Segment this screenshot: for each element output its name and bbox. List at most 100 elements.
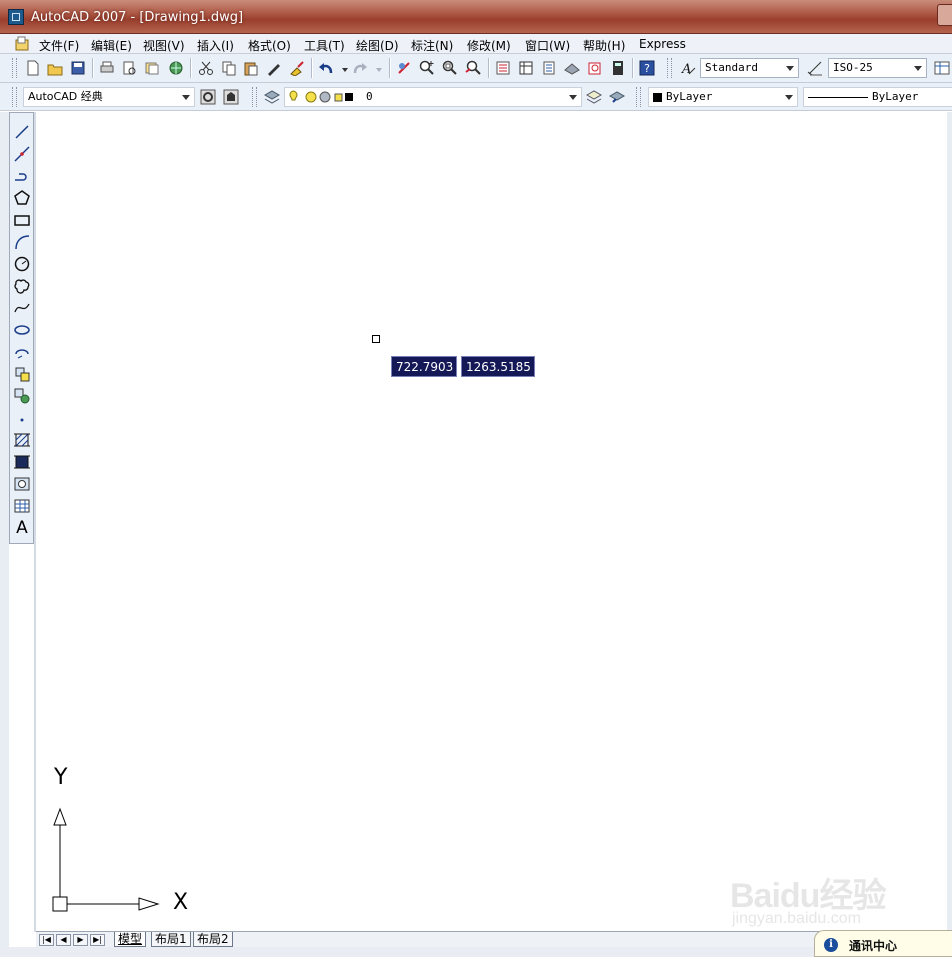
hatch-icon[interactable] [13, 431, 31, 449]
menu-modify[interactable]: 修改(M) [467, 37, 511, 54]
print-icon[interactable] [99, 60, 115, 76]
ucs-x-label: X [173, 890, 189, 915]
text-style-dropdown[interactable]: Standard [700, 58, 799, 78]
communication-center[interactable]: i 通讯中心 [814, 930, 952, 957]
menu-insert[interactable]: 插入(I) [197, 37, 234, 54]
cut-icon[interactable] [198, 60, 214, 76]
tool-palettes-icon[interactable] [541, 60, 557, 76]
dynamic-input-y[interactable]: 1263.5185 [461, 356, 535, 377]
menu-format[interactable]: 格式(O) [248, 37, 291, 54]
arc-icon[interactable] [13, 233, 31, 251]
line-icon[interactable] [13, 123, 31, 141]
linetype-value: ByLayer [872, 90, 919, 103]
sheet-set-manager-icon[interactable] [564, 60, 580, 76]
chevron-down-icon [786, 66, 794, 71]
toolbar-grip[interactable] [12, 87, 17, 107]
menu-tools[interactable]: 工具(T) [304, 37, 345, 54]
zoom-realtime-icon[interactable] [419, 60, 435, 76]
publish-icon[interactable] [144, 60, 160, 76]
quickcalc-icon[interactable] [610, 60, 626, 76]
tab-layout2[interactable]: 布局2 [193, 932, 233, 947]
menu-edit[interactable]: 编辑(E) [91, 37, 132, 54]
text-style-icon[interactable]: A [680, 60, 696, 76]
polyline-icon[interactable] [13, 167, 31, 185]
redo-dropdown-icon[interactable] [374, 60, 384, 76]
gradient-icon[interactable] [13, 453, 31, 471]
make-object-layer-current-icon[interactable] [586, 89, 602, 105]
text-style-value: Standard [705, 61, 758, 74]
circle-icon[interactable] [13, 255, 31, 273]
layer-dropdown[interactable]: 0 [284, 87, 582, 107]
chevron-down-icon [785, 95, 793, 100]
undo-dropdown-icon[interactable] [340, 60, 350, 76]
last-tab-button[interactable]: ▶| [90, 934, 105, 946]
baidu-watermark: Baidu经验 jingyan.baidu.com [730, 860, 910, 930]
status-bar [0, 947, 952, 957]
open-folder-icon[interactable] [47, 60, 63, 76]
publish-web-icon[interactable] [168, 60, 184, 76]
drawing-canvas[interactable]: 722.7903 1263.5185 Y X Baidu经验 jingyan.b… [37, 112, 947, 932]
tab-layout1[interactable]: 布局1 [151, 932, 191, 947]
canvas-border [34, 112, 36, 932]
workspace-settings-icon[interactable] [200, 89, 216, 105]
point-icon[interactable] [13, 409, 31, 427]
layer-previous-icon[interactable] [609, 89, 625, 105]
markup-set-manager-icon[interactable] [587, 60, 603, 76]
match-properties-icon[interactable] [266, 60, 282, 76]
spline-icon[interactable] [13, 299, 31, 317]
save-workspace-icon[interactable] [223, 89, 239, 105]
document-icon[interactable] [14, 36, 30, 51]
help-icon[interactable]: ? [639, 60, 655, 76]
insert-block-icon[interactable] [13, 365, 31, 383]
first-tab-button[interactable]: |◀ [39, 934, 54, 946]
make-block-icon[interactable] [13, 387, 31, 405]
toolbar-grip[interactable] [667, 58, 672, 78]
prev-tab-button[interactable]: ◀ [56, 934, 71, 946]
properties-icon[interactable] [495, 60, 511, 76]
zoom-previous-icon[interactable] [465, 60, 481, 76]
paste-icon[interactable] [243, 60, 259, 76]
revision-cloud-icon[interactable] [13, 277, 31, 295]
table-style-icon[interactable] [934, 60, 950, 76]
menu-draw[interactable]: 绘图(D) [356, 37, 399, 54]
layer-properties-manager-icon[interactable] [264, 89, 280, 105]
toolbar-grip[interactable] [12, 58, 17, 78]
dynamic-input-x[interactable]: 722.7903 [391, 356, 457, 377]
autocad-app-icon[interactable] [8, 9, 24, 25]
toolbar-grip[interactable] [252, 87, 257, 107]
copy-icon[interactable] [221, 60, 237, 76]
construction-line-icon[interactable] [13, 145, 31, 163]
dimension-style-dropdown[interactable]: ISO-25 [828, 58, 927, 78]
menu-file[interactable]: 文件(F) [39, 37, 79, 54]
plot-preview-icon[interactable] [121, 60, 137, 76]
linetype-control-dropdown[interactable]: ByLayer [803, 87, 952, 107]
new-file-icon[interactable] [25, 60, 41, 76]
pan-realtime-icon[interactable] [396, 60, 412, 76]
window-title: AutoCAD 2007 - [Drawing1.dwg] [31, 10, 244, 25]
menu-help[interactable]: 帮助(H) [583, 37, 625, 54]
save-icon[interactable] [70, 60, 86, 76]
polygon-icon[interactable] [13, 189, 31, 207]
redo-icon[interactable] [352, 60, 368, 76]
workspace-dropdown[interactable]: AutoCAD 经典 [23, 87, 195, 107]
menu-express[interactable]: Express [639, 37, 686, 51]
multiline-text-icon[interactable]: A [13, 519, 31, 537]
ellipse-icon[interactable] [13, 321, 31, 339]
design-center-icon[interactable] [518, 60, 534, 76]
table-icon[interactable] [13, 497, 31, 515]
block-editor-icon[interactable] [289, 60, 305, 76]
menu-view[interactable]: 视图(V) [143, 37, 185, 54]
ellipse-arc-icon[interactable] [13, 343, 31, 361]
next-tab-button[interactable]: ▶ [73, 934, 88, 946]
color-control-dropdown[interactable]: ByLayer [648, 87, 798, 107]
tab-model[interactable]: 模型 [114, 932, 147, 947]
dimension-style-icon[interactable] [807, 60, 823, 76]
menu-dimension[interactable]: 标注(N) [411, 37, 453, 54]
region-icon[interactable] [13, 475, 31, 493]
window-control-button[interactable] [937, 4, 952, 26]
rectangle-icon[interactable] [13, 211, 31, 229]
zoom-window-icon[interactable] [442, 60, 458, 76]
undo-icon[interactable] [318, 60, 334, 76]
menu-window[interactable]: 窗口(W) [525, 37, 570, 54]
toolbar-grip[interactable] [636, 87, 641, 107]
